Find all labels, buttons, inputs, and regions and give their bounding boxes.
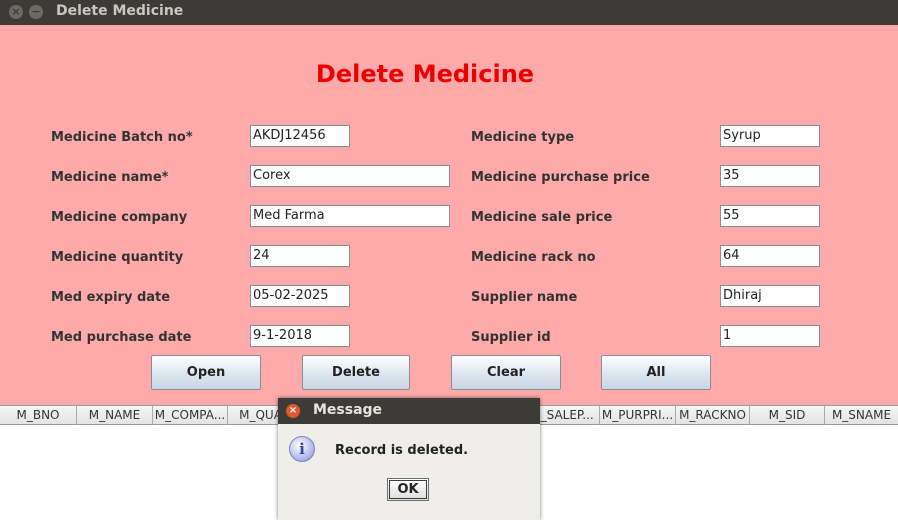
column-header[interactable]: M_SNAME: [825, 406, 898, 425]
column-header[interactable]: M_BNO: [0, 406, 77, 425]
delete-button[interactable]: Delete: [302, 355, 410, 390]
medicine-company-label: Medicine company: [51, 210, 188, 225]
dialog-close-icon[interactable]: ×: [286, 404, 300, 418]
medicine-name-label: Medicine name*: [51, 170, 169, 185]
dialog-title: Message: [313, 402, 383, 418]
expiry-date-field[interactable]: 05-02-2025: [250, 285, 350, 307]
column-header[interactable]: M_RACKNO: [676, 406, 750, 425]
info-icon: i: [289, 436, 315, 462]
dialog-titlebar: × Message: [278, 398, 540, 424]
purchase-date-label: Med purchase date: [51, 330, 192, 345]
clear-button[interactable]: Clear: [451, 355, 561, 390]
expiry-date-label: Med expiry date: [51, 290, 171, 305]
purchase-price-field[interactable]: 35: [720, 165, 820, 187]
window-close-icon[interactable]: ×: [9, 5, 23, 19]
medicine-name-field[interactable]: Corex: [250, 165, 450, 187]
open-button[interactable]: Open: [151, 355, 261, 390]
column-header[interactable]: M_SID: [750, 406, 825, 425]
supplier-id-field[interactable]: 1: [720, 325, 820, 347]
medicine-quantity-field[interactable]: 24: [250, 245, 350, 267]
batch-no-label: Medicine Batch no*: [51, 130, 193, 145]
column-header[interactable]: M_COMPA...: [153, 406, 228, 425]
medicine-type-label: Medicine type: [471, 130, 575, 145]
ok-button[interactable]: OK: [387, 478, 429, 501]
medicine-company-field[interactable]: Med Farma: [250, 205, 450, 227]
window-minimize-icon[interactable]: −: [29, 5, 43, 19]
medicine-quantity-label: Medicine quantity: [51, 250, 184, 265]
column-header[interactable]: M_NAME: [77, 406, 153, 425]
supplier-name-label: Supplier name: [471, 290, 578, 305]
medicine-type-field[interactable]: Syrup: [720, 125, 820, 147]
sale-price-field[interactable]: 55: [720, 205, 820, 227]
message-dialog: × Message i Record is deleted. OK: [278, 398, 540, 520]
rack-no-field[interactable]: 64: [720, 245, 820, 267]
page-title: Delete Medicine: [315, 60, 535, 88]
column-header[interactable]: M_PURPRI...: [600, 406, 676, 425]
window-title: Delete Medicine: [56, 3, 184, 19]
batch-no-field[interactable]: AKDJ12456: [250, 125, 350, 147]
supplier-id-label: Supplier id: [471, 330, 551, 345]
dialog-message: Record is deleted.: [335, 443, 469, 458]
supplier-name-field[interactable]: Dhiraj: [720, 285, 820, 307]
purchase-date-field[interactable]: 9-1-2018: [250, 325, 350, 347]
purchase-price-label: Medicine purchase price: [471, 170, 650, 185]
all-button[interactable]: All: [601, 355, 711, 390]
window-titlebar: × − Delete Medicine: [0, 0, 898, 25]
sale-price-label: Medicine sale price: [471, 210, 613, 225]
rack-no-label: Medicine rack no: [471, 250, 596, 265]
